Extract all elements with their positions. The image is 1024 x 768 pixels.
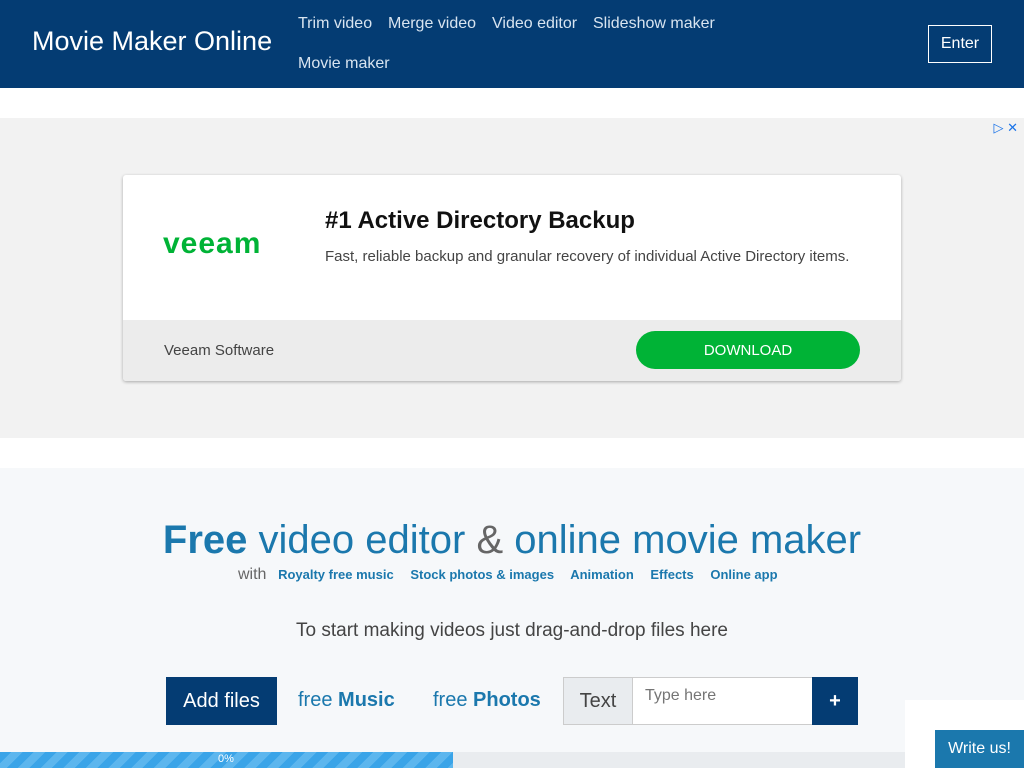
text-label: Text: [563, 677, 633, 725]
free-photos-label: Photos: [473, 689, 541, 711]
drag-drop-hint: To start making videos just drag-and-dro…: [296, 620, 728, 641]
ad-banner: ▷ ✕ veeam #1 Active Directory Backup Fas…: [0, 118, 1024, 438]
title-part1: video editor: [258, 518, 466, 562]
free-music-link[interactable]: free Music: [298, 689, 395, 712]
feature-links: with Royalty free music Stock photos & i…: [238, 566, 791, 584]
progress-bar: 0%: [0, 752, 905, 768]
title-amp: &: [476, 518, 504, 562]
nav-merge-video[interactable]: Merge video: [388, 15, 476, 33]
add-files-button[interactable]: Add files: [166, 677, 277, 725]
header: Movie Maker Online Trim video Merge vide…: [0, 0, 1024, 88]
brand-logo[interactable]: Movie Maker Online: [32, 26, 272, 57]
nav-slideshow-maker[interactable]: Slideshow maker: [593, 15, 715, 33]
download-button[interactable]: DOWNLOAD: [636, 331, 860, 369]
link-animation[interactable]: Animation: [570, 567, 634, 582]
progress-label: 0%: [218, 753, 234, 765]
editor-section: Free video editor & online movie maker w…: [0, 468, 1024, 768]
ad-advertiser: Veeam Software: [164, 342, 275, 359]
ad-footer: Veeam Software DOWNLOAD: [123, 320, 901, 381]
adchoices-icon[interactable]: ▷: [993, 120, 1003, 135]
link-stock-photos[interactable]: Stock photos & images: [410, 567, 554, 582]
link-online-app[interactable]: Online app: [710, 567, 777, 582]
page-title: Free video editor & online movie maker: [0, 518, 1024, 563]
title-bold: Free: [162, 518, 248, 562]
free-photos-link[interactable]: free Photos: [433, 689, 541, 712]
with-label: with: [238, 566, 267, 583]
nav-video-editor[interactable]: Video editor: [492, 15, 577, 33]
text-input[interactable]: [632, 677, 813, 725]
free-music-label: Music: [338, 689, 395, 711]
close-icon[interactable]: ✕: [1007, 120, 1018, 135]
add-text-button[interactable]: +: [812, 677, 858, 725]
write-us-button[interactable]: Write us!: [935, 730, 1024, 768]
free-photos-prefix: free: [433, 689, 468, 711]
link-effects[interactable]: Effects: [650, 567, 693, 582]
nav-movie-maker[interactable]: Movie maker: [298, 55, 390, 73]
title-part2: online movie maker: [514, 518, 862, 562]
enter-button[interactable]: Enter: [928, 25, 992, 63]
ad-title[interactable]: #1 Active Directory Backup: [325, 207, 635, 235]
link-royalty-free-music[interactable]: Royalty free music: [278, 567, 394, 582]
free-music-prefix: free: [298, 689, 333, 711]
veeam-logo: veeam: [163, 227, 262, 260]
nav-trim-video[interactable]: Trim video: [298, 15, 372, 33]
ad-card[interactable]: veeam #1 Active Directory Backup Fast, r…: [123, 175, 901, 381]
ad-description: Fast, reliable backup and granular recov…: [325, 248, 850, 265]
